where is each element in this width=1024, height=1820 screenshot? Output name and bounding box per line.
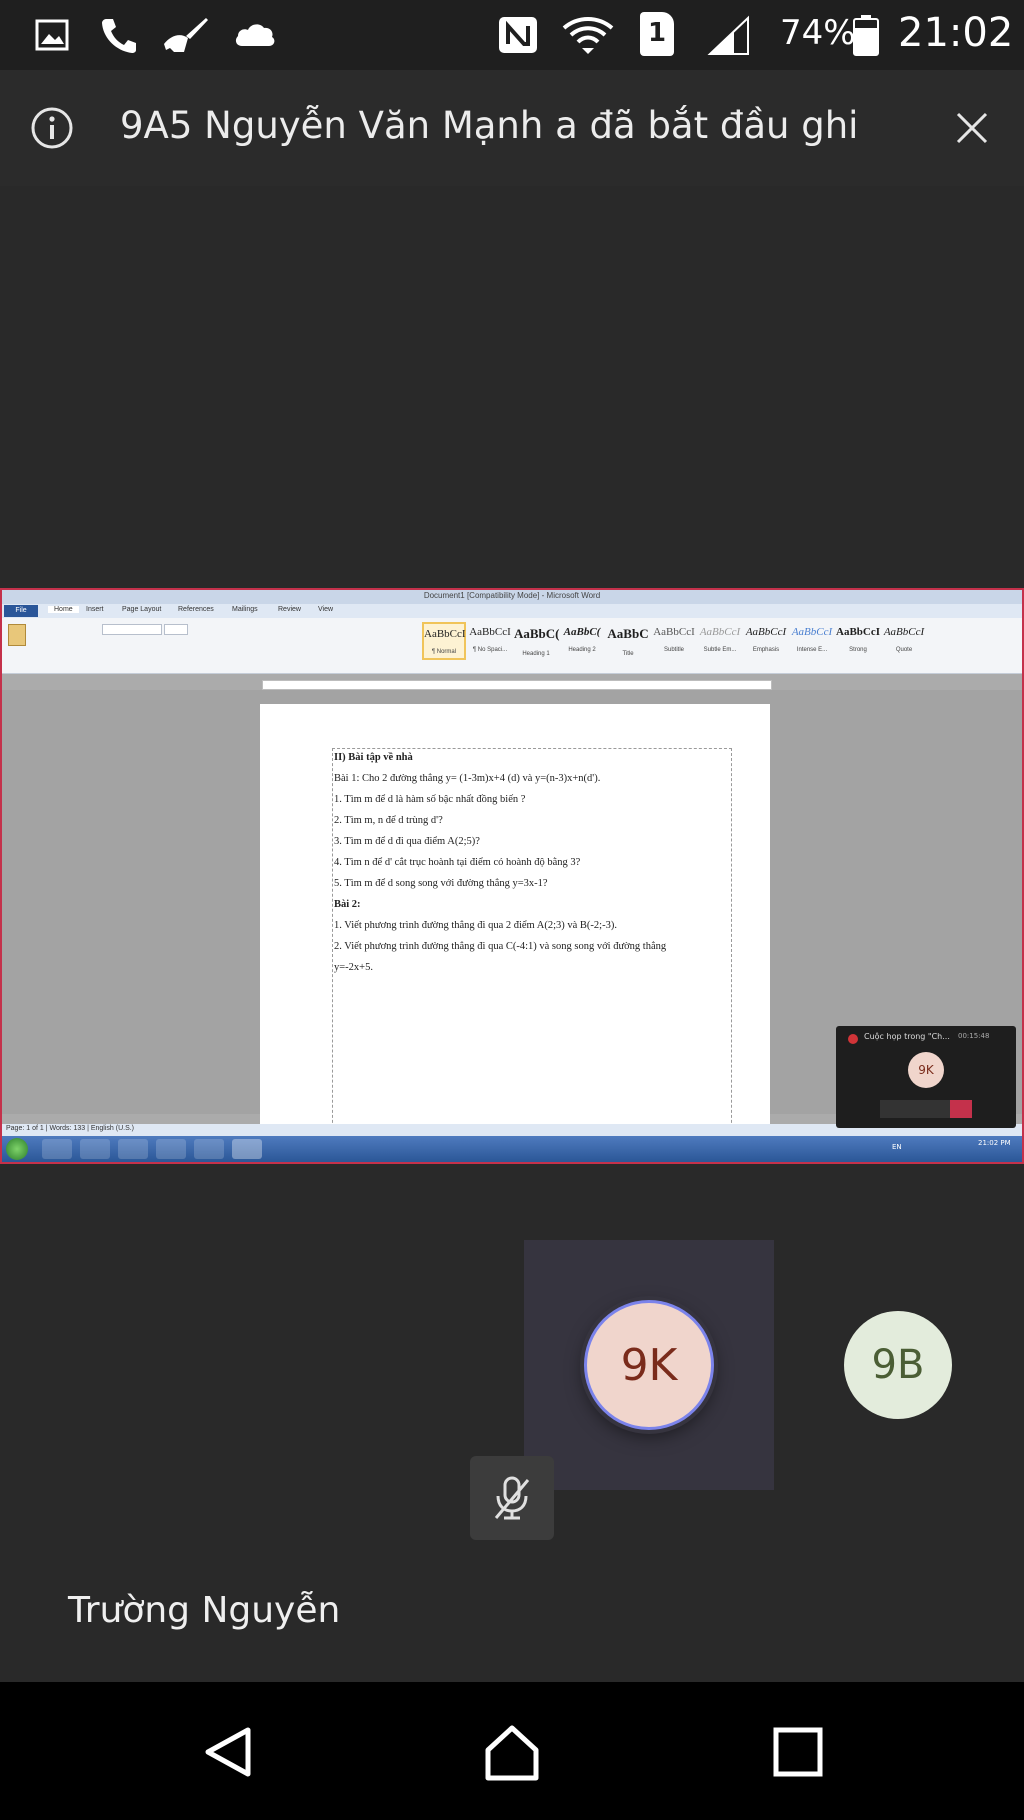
- recents-icon[interactable]: [770, 1724, 826, 1780]
- back-icon[interactable]: [200, 1724, 256, 1780]
- sim-icon: 1: [640, 12, 674, 56]
- self-name: Trường Nguyễn: [68, 1590, 341, 1631]
- word-ruler: [262, 680, 772, 690]
- word-tab-references: References: [178, 606, 214, 613]
- style-strong: AaBbCcI Strong: [836, 626, 881, 653]
- style-heading-2: AaBbC(Heading 2: [563, 626, 601, 653]
- doc-line: 2. Tìm m, n để d trùng d'?: [334, 815, 443, 826]
- doc-line: II) Bài tập về nhà: [334, 752, 413, 763]
- cleaner-icon: [164, 18, 208, 52]
- cloud-icon: [235, 24, 275, 46]
- style-title: AaBbC Title: [607, 626, 649, 657]
- word-style-gallery: AaBbCcI ¶ Normal AaBbCcI ¶ No Spaci... AaB…: [418, 618, 932, 666]
- word-tab-review: Review: [278, 606, 301, 613]
- mini-hangup-button: [950, 1100, 972, 1118]
- doc-line: Bài 1: Cho 2 đường thẳng y= (1-3m)x+4 (d…: [334, 773, 601, 784]
- nfc-icon: [499, 17, 537, 53]
- banner-message: 9A5 Nguyễn Văn Mạnh a đã bắt đầu ghi: [120, 104, 859, 147]
- taskbar-chrome-icon: [156, 1139, 186, 1159]
- meeting-mini-window: Cuộc họp trong "Ch... 00:15:48 9K: [836, 1026, 1016, 1128]
- word-status-text: Page: 1 of 1 | Words: 133 | English (U.S…: [6, 1125, 135, 1132]
- taskbar-teams-icon: [194, 1139, 224, 1159]
- windows-taskbar: EN 21:02 PM: [2, 1136, 1022, 1162]
- avatar-9b[interactable]: 9B: [844, 1311, 952, 1419]
- avatar-initials: 9B: [871, 1342, 925, 1388]
- mini-avatar-initials: 9K: [918, 1063, 934, 1077]
- style-intense-emphasis: AaBbCcI Intense E...: [791, 626, 833, 653]
- mic-toggle-button[interactable]: [470, 1456, 554, 1540]
- style-emphasis: AaBbCcI Emphasis: [745, 626, 787, 653]
- word-tab-page-layout: Page Layout: [122, 606, 162, 613]
- battery-percent: 74%: [780, 13, 856, 53]
- word-font-box: [102, 624, 162, 635]
- info-icon: [31, 107, 73, 149]
- word-ribbon: AaBbCcI ¶ Normal AaBbCcI ¶ No Spaci... AaB…: [2, 618, 1022, 674]
- style-subtitle: AaBbCcI Subtitle: [653, 626, 695, 653]
- home-icon[interactable]: [482, 1722, 542, 1782]
- shared-screen[interactable]: Document1 [Compatibility Mode] - Microso…: [0, 588, 1024, 1164]
- recording-banner: 9A5 Nguyễn Văn Mạnh a đã bắt đầu ghi: [0, 70, 1024, 186]
- mini-title: Cuộc họp trong "Ch...: [864, 1032, 950, 1041]
- android-nav-bar: [0, 1682, 1024, 1820]
- mini-timer: 00:15:48: [958, 1032, 990, 1040]
- doc-line: 1. Viết phương trình đường thẳng đi qua …: [334, 920, 617, 931]
- taskbar-app-icon: [80, 1139, 110, 1159]
- signal-icon: [707, 15, 749, 55]
- windows-start-orb: [6, 1138, 28, 1160]
- mini-record-dot: [848, 1034, 858, 1044]
- close-icon[interactable]: [952, 108, 992, 148]
- style-quote: AaBbCcI Quote: [883, 626, 925, 653]
- taskbar-clock: 21:02 PM: [978, 1139, 1011, 1147]
- doc-line: 5. Tìm m để d song song với đường thẳng …: [334, 878, 548, 889]
- mini-avatar: 9K: [908, 1052, 944, 1088]
- mic-off-icon: [494, 1476, 530, 1520]
- phone-icon: [102, 19, 136, 53]
- style-normal: AaBbCcI ¶ Normal: [422, 622, 466, 660]
- word-page: II) Bài tập về nhà Bài 1: Cho 2 đường th…: [260, 704, 770, 1148]
- wifi-icon: [562, 17, 614, 54]
- word-window-title: Document1 [Compatibility Mode] - Microso…: [423, 591, 601, 600]
- word-tab-mailings: Mailings: [232, 606, 258, 613]
- gallery-icon: [35, 19, 69, 51]
- taskbar-lang: EN: [892, 1143, 902, 1151]
- word-tab-view: View: [318, 606, 334, 613]
- doc-line: 1. Tìm m để d là hàm số bậc nhất đồng bi…: [334, 794, 526, 805]
- sim-slot-label: 1: [647, 18, 667, 48]
- word-size-box: [164, 624, 188, 635]
- doc-line: 3. Tìm m để d đi qua điểm A(2;5)?: [334, 836, 480, 847]
- word-ribbon-tabs: File Home Insert Page Layout References …: [2, 604, 1022, 618]
- word-tab-file: File: [4, 605, 38, 617]
- participant-tile-9k[interactable]: 9K: [524, 1240, 774, 1490]
- battery-icon: [853, 15, 879, 56]
- style-no-spacing: AaBbCcI ¶ No Spaci...: [469, 626, 511, 653]
- taskbar-ie-icon: [42, 1139, 72, 1159]
- doc-line: 2. Viết phương trình đường thẳng đi qua …: [334, 941, 667, 952]
- word-paste-icon: [8, 624, 26, 646]
- clock: 21:02: [898, 10, 1014, 56]
- avatar-initials: 9K: [620, 1339, 678, 1391]
- taskbar-explorer-icon: [118, 1139, 148, 1159]
- doc-line: 4. Tìm n để d' cắt trục hoành tại điểm c…: [334, 857, 581, 868]
- style-subtle-emphasis: AaBbCcI Subtle Em...: [699, 626, 741, 653]
- taskbar-word-icon: [232, 1139, 262, 1159]
- word-tab-home: Home: [48, 606, 79, 613]
- doc-line: Bài 2:: [334, 899, 361, 910]
- word-titlebar: Document1 [Compatibility Mode] - Microso…: [2, 590, 1022, 604]
- word-tab-insert: Insert: [86, 606, 104, 613]
- status-bar: 1 74% 21:02: [0, 0, 1024, 70]
- doc-line: y=-2x+5.: [334, 962, 373, 973]
- avatar-9k: 9K: [584, 1300, 714, 1430]
- style-heading-1: AaBbC(Heading 1: [514, 626, 560, 657]
